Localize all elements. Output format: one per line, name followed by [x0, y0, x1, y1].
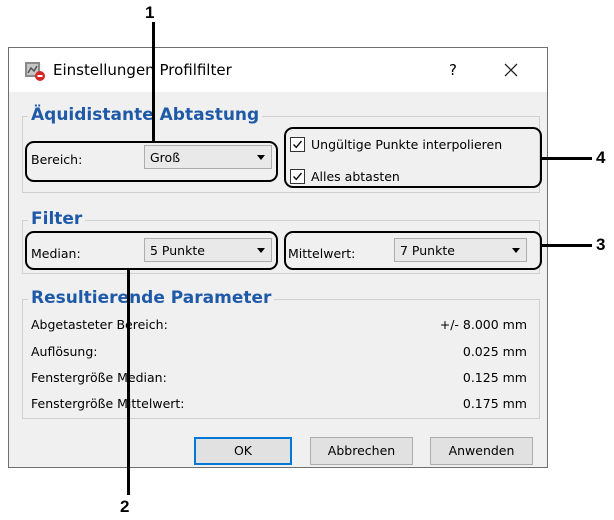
result-label: Fenstergröße Mittelwert:: [31, 396, 185, 411]
callout-line-2: [127, 270, 130, 495]
result-value: 0.175 mm: [462, 396, 527, 411]
callout-number-3: 3: [596, 235, 606, 254]
filter-group-title: Filter: [28, 209, 86, 229]
result-label: Auflösung:: [31, 344, 98, 359]
callout-number-4: 4: [596, 148, 606, 167]
cancel-button[interactable]: Abbrechen: [310, 437, 413, 465]
callout-box-3: [284, 231, 542, 270]
result-label: Fenstergröße Median:: [31, 370, 167, 385]
window-title: Einstellungen Profilfilter: [53, 61, 232, 79]
callout-box-4: [284, 127, 542, 188]
callout-box-1: [25, 141, 278, 182]
callout-line-3: [542, 244, 592, 247]
profile-filter-app-icon: [24, 60, 46, 82]
callout-line-4: [542, 157, 592, 160]
apply-button[interactable]: Anwenden: [430, 437, 533, 465]
title-bar: Einstellungen Profilfilter ?: [9, 48, 547, 92]
help-button[interactable]: ?: [441, 58, 465, 82]
close-button[interactable]: [497, 56, 525, 84]
result-value: 0.025 mm: [462, 344, 527, 359]
ok-button[interactable]: OK: [194, 437, 292, 465]
result-label: Abgetasteter Bereich:: [31, 317, 168, 332]
close-icon: [504, 63, 518, 77]
result-value: 0.125 mm: [462, 370, 527, 385]
callout-box-2: [25, 231, 278, 270]
results-group-title: Resultierende Parameter: [28, 288, 275, 308]
callout-number-2: 2: [120, 497, 130, 516]
equidistant-group-title: Äquidistante Abtastung: [28, 105, 263, 125]
callout-number-1: 1: [145, 3, 155, 22]
result-value: +/- 8.000 mm: [439, 317, 527, 332]
callout-line-1: [152, 22, 155, 141]
